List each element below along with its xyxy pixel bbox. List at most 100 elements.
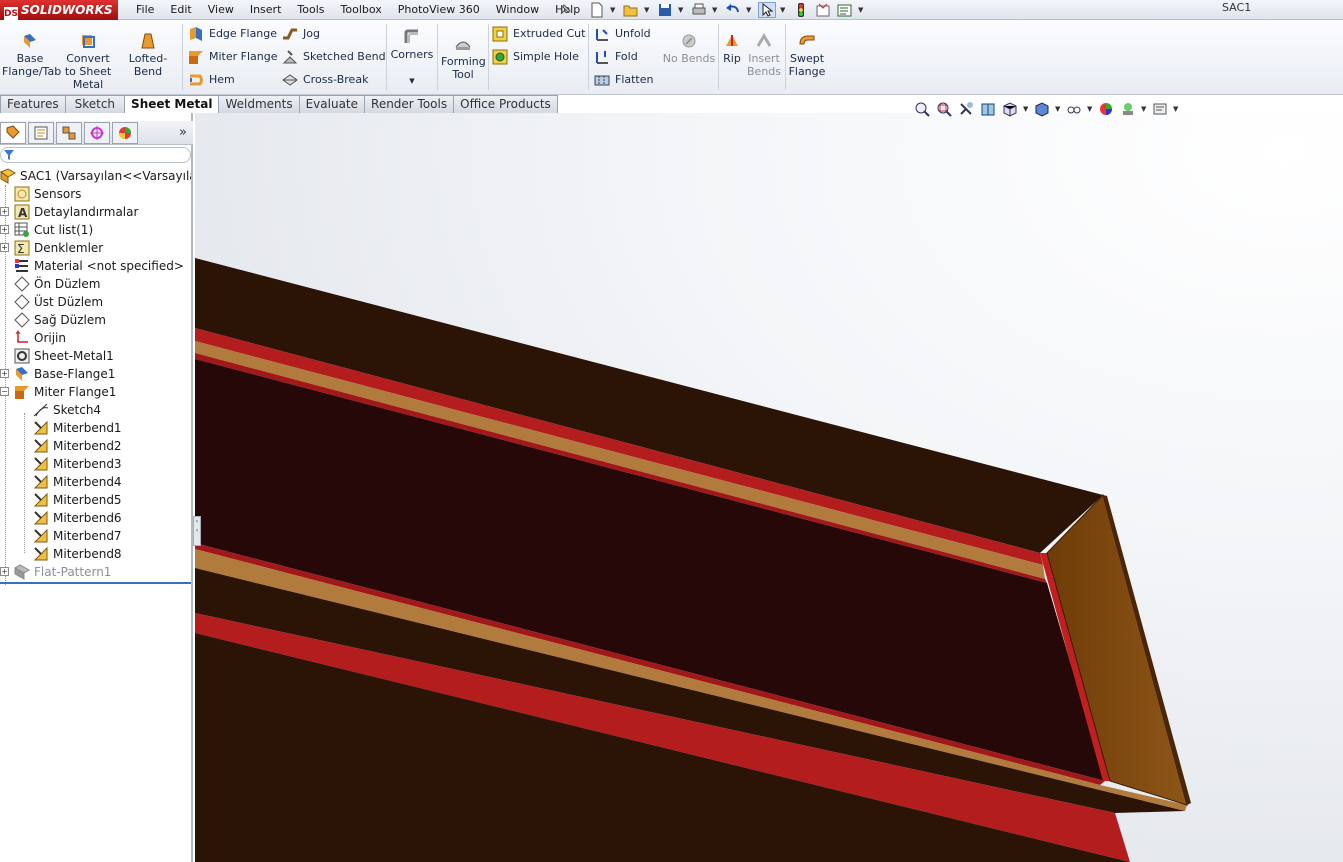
hide-show-items-icon[interactable] (1065, 100, 1083, 118)
view-orientation-icon[interactable] (1001, 100, 1019, 118)
expand-panel-icon[interactable]: » (179, 125, 187, 140)
menu-insert[interactable]: Insert (242, 0, 290, 20)
tree-item[interactable]: Miterbend1 (0, 419, 191, 437)
tab-weldments[interactable]: Weldments (218, 95, 300, 113)
jog-button[interactable]: Jog (282, 25, 320, 43)
hem-button[interactable]: Hem (188, 71, 235, 89)
options-dropdown-icon[interactable]: ▼ (858, 6, 866, 14)
tree-item[interactable]: Sketch4 (0, 401, 191, 419)
section-view-icon[interactable] (979, 100, 997, 118)
configuration-manager-tab[interactable] (56, 121, 82, 144)
undo-icon[interactable] (724, 2, 742, 18)
tree-item[interactable]: Sağ Düzlem (0, 311, 191, 329)
view-orientation-dropdown-icon[interactable]: ▼ (1023, 105, 1029, 113)
tree-item[interactable]: Üst Düzlem (0, 293, 191, 311)
tree-root[interactable]: SAC1 (Varsayılan<<Varsayılan>_G (0, 167, 191, 185)
expand-toggle[interactable]: + (0, 225, 9, 234)
edit-appearance-icon[interactable] (1097, 100, 1115, 118)
tree-item[interactable]: Miterbend3 (0, 455, 191, 473)
tab-sketch[interactable]: Sketch (64, 95, 126, 113)
menu-edit[interactable]: Edit (162, 0, 199, 20)
view-settings-icon[interactable] (1151, 100, 1169, 118)
tree-item[interactable]: Miterbend4 (0, 473, 191, 491)
file-properties-icon[interactable] (814, 2, 832, 18)
tab-features[interactable]: Features (0, 95, 66, 113)
flatten-button[interactable]: Flatten (594, 71, 654, 89)
hide-show-dropdown-icon[interactable]: ▼ (1087, 105, 1093, 113)
menu-view[interactable]: View (200, 0, 242, 20)
zoom-to-fit-icon[interactable] (913, 100, 931, 118)
tab-office-products[interactable]: Office Products (453, 95, 558, 113)
apply-scene-dropdown-icon[interactable]: ▼ (1141, 105, 1147, 113)
rip-button[interactable]: Rip (720, 32, 744, 65)
tree-item[interactable]: + Cut list(1) (0, 221, 191, 239)
tree-item[interactable]: + A Detaylandırmalar (0, 203, 191, 221)
view-settings-dropdown-icon[interactable]: ▼ (1173, 105, 1179, 113)
menu-photoview[interactable]: PhotoView 360 (390, 0, 488, 20)
save-icon[interactable] (656, 2, 674, 18)
cross-break-button[interactable]: Cross-Break (282, 71, 368, 89)
tree-item[interactable]: Miterbend2 (0, 437, 191, 455)
lofted-bend-button[interactable]: Lofted-Bend (116, 32, 180, 78)
no-bends-button[interactable]: No Bends (662, 32, 716, 65)
feature-manager-tab[interactable] (0, 121, 26, 144)
extruded-cut-button[interactable]: Extruded Cut (492, 25, 585, 43)
select-dropdown-icon[interactable]: ▼ (780, 6, 788, 14)
tree-item[interactable]: Sensors (0, 185, 191, 203)
print-icon[interactable] (690, 2, 708, 18)
rebuild-icon[interactable] (792, 2, 810, 18)
corners-dropdown-icon[interactable]: ▼ (390, 75, 434, 88)
print-dropdown-icon[interactable]: ▼ (712, 6, 720, 14)
part-model[interactable] (195, 113, 1343, 862)
open-dropdown-icon[interactable]: ▼ (644, 6, 652, 14)
sketched-bend-button[interactable]: Sketched Bend (282, 48, 386, 66)
expand-toggle[interactable]: + (0, 207, 9, 216)
tab-sheet-metal[interactable]: Sheet Metal (124, 95, 220, 113)
select-cursor-icon[interactable] (758, 2, 776, 18)
tree-item[interactable]: Sheet-Metal1 (0, 347, 191, 365)
menu-toolbox[interactable]: Toolbox (333, 0, 390, 20)
tree-item[interactable]: Orijin (0, 329, 191, 347)
graphics-area[interactable] (195, 113, 1343, 862)
menu-tools[interactable]: Tools (289, 0, 332, 20)
tree-item[interactable]: + Σ Denklemler (0, 239, 191, 257)
display-style-icon[interactable] (1033, 100, 1051, 118)
menu-file[interactable]: File (128, 0, 162, 20)
insert-bends-button[interactable]: Insert Bends (746, 32, 782, 78)
tree-item[interactable]: Miterbend7 (0, 527, 191, 545)
pin-icon[interactable] (556, 2, 574, 18)
unfold-button[interactable]: Unfold (594, 25, 651, 43)
expand-toggle[interactable]: + (0, 243, 9, 252)
miter-flange-button[interactable]: Miter Flange (188, 48, 278, 66)
tree-item[interactable]: − Miter Flange1 (0, 383, 191, 401)
new-dropdown-icon[interactable]: ▼ (610, 6, 618, 14)
swept-flange-button[interactable]: Swept Flange (788, 32, 826, 78)
save-dropdown-icon[interactable]: ▼ (678, 6, 686, 14)
tree-item[interactable]: Miterbend5 (0, 491, 191, 509)
undo-dropdown-icon[interactable]: ▼ (746, 6, 754, 14)
tree-item[interactable]: + Base-Flange1 (0, 365, 191, 383)
tree-item[interactable]: Ön Düzlem (0, 275, 191, 293)
app-logo[interactable]: DS SOLIDWORKS (0, 0, 118, 21)
new-document-icon[interactable] (588, 2, 606, 18)
tab-render-tools[interactable]: Render Tools (364, 95, 455, 113)
open-folder-icon[interactable] (622, 2, 640, 18)
rollback-bar[interactable] (0, 582, 191, 584)
expand-toggle[interactable]: + (0, 567, 9, 576)
dimxpert-manager-tab[interactable] (84, 121, 110, 144)
property-manager-tab[interactable] (28, 121, 54, 144)
edge-flange-button[interactable]: Edge Flange (188, 25, 277, 43)
menu-window[interactable]: Window (488, 0, 547, 20)
convert-to-sheet-metal-button[interactable]: Convert to Sheet Metal (64, 32, 112, 91)
panel-collapse-handle[interactable]: ‹ ‹ (193, 516, 201, 546)
forming-tool-button[interactable]: Forming Tool (441, 35, 486, 81)
tree-item[interactable]: Material <not specified> (0, 257, 191, 275)
corners-button[interactable]: Corners ▼ (390, 28, 434, 88)
base-flange-button[interactable]: Base Flange/Tab (2, 32, 61, 78)
tree-item[interactable]: Miterbend6 (0, 509, 191, 527)
expand-toggle[interactable]: + (0, 369, 9, 378)
apply-scene-icon[interactable] (1119, 100, 1137, 118)
zoom-to-area-icon[interactable] (935, 100, 953, 118)
display-style-dropdown-icon[interactable]: ▼ (1055, 105, 1061, 113)
simple-hole-button[interactable]: Simple Hole (492, 48, 579, 66)
